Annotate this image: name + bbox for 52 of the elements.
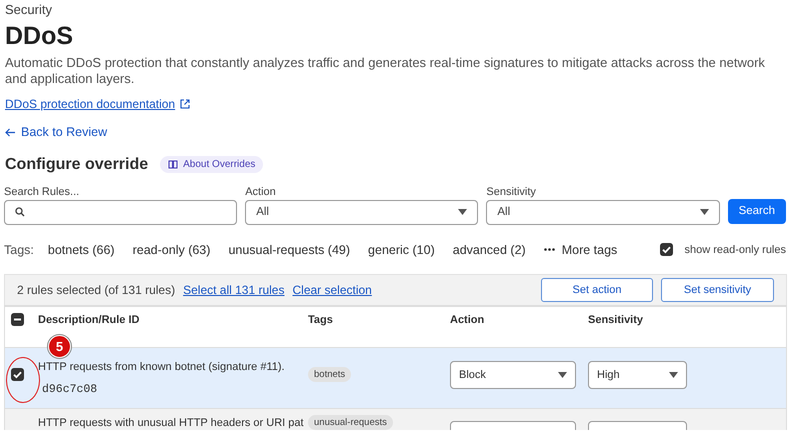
field-label: Action bbox=[245, 186, 277, 198]
action-select[interactable]: Block bbox=[450, 360, 576, 388]
select-field[interactable]: All bbox=[486, 200, 720, 224]
column-header: Tags bbox=[308, 314, 334, 326]
column-header: Action bbox=[450, 314, 486, 326]
tag-filter[interactable]: read-only (63) bbox=[132, 242, 210, 256]
more-tags-button[interactable]: More tags bbox=[544, 242, 618, 256]
about-overrides-button[interactable]: About Overrides bbox=[160, 156, 264, 173]
caret-icon bbox=[558, 372, 567, 378]
search-icon bbox=[15, 207, 25, 217]
column-header: Sensitivity bbox=[588, 314, 644, 326]
field-label: Sensitivity bbox=[486, 186, 537, 198]
checkbox[interactable] bbox=[660, 243, 672, 256]
selection-summary: 2 rules selected (of 131 rules) bbox=[17, 282, 176, 296]
caret-icon bbox=[700, 209, 709, 215]
external-link-icon bbox=[180, 99, 190, 109]
tags-label: Tags: bbox=[4, 242, 34, 256]
clear-selection-link[interactable]: Clear selection bbox=[292, 282, 372, 296]
search-field[interactable] bbox=[4, 200, 238, 224]
rule-description: HTTP requests from known botnet (signature #11). bbox=[38, 360, 286, 372]
column-header: Description/Rule ID bbox=[38, 314, 140, 326]
caret-icon bbox=[458, 209, 468, 215]
tag-badge: botnets bbox=[308, 367, 352, 382]
section-title: Configure override bbox=[5, 156, 148, 174]
caret-icon bbox=[669, 372, 678, 378]
page-title: DDoS bbox=[5, 21, 74, 51]
select-all-checkbox[interactable] bbox=[11, 313, 24, 326]
search-button[interactable]: Search bbox=[728, 198, 786, 224]
tag-filter[interactable]: advanced (2) bbox=[452, 242, 526, 256]
tag-filter[interactable]: generic (10) bbox=[368, 242, 435, 256]
rule-id: d96c7c08 bbox=[41, 382, 98, 396]
table-row[interactable]: HTTP requests with unusual HTTP headers or URI pat unusual-requests bbox=[5, 408, 786, 430]
more-icon bbox=[544, 248, 555, 251]
tag-filter[interactable]: unusual-requests (49) bbox=[228, 242, 350, 256]
sensitivity-select[interactable]: High bbox=[588, 360, 687, 388]
row-checkbox[interactable] bbox=[11, 368, 24, 381]
back-link[interactable]: Back to Review bbox=[5, 125, 108, 139]
field-label: Search Rules... bbox=[4, 186, 80, 198]
arrow-left-icon bbox=[5, 128, 16, 136]
tag-filter[interactable]: botnets (66) bbox=[48, 242, 115, 256]
breadcrumb: Security bbox=[5, 2, 53, 18]
set-sensitivity-button[interactable]: Set sensitivity bbox=[661, 278, 774, 302]
select-all-link[interactable]: Select all 131 rules bbox=[183, 282, 284, 296]
documentation-link[interactable]: DDoS protection documentation bbox=[5, 97, 190, 111]
page-description: Automatic DDoS protection that constantly analyzes traffic and generates real-time signatures to mitigate attacks across the network and application layers. bbox=[5, 55, 765, 87]
book-icon bbox=[168, 160, 178, 169]
checkbox-label: show read-only rules bbox=[684, 244, 786, 256]
tag-badge: unusual-requests bbox=[308, 414, 393, 430]
set-action-button[interactable]: Set action bbox=[541, 278, 653, 302]
select-field[interactable]: All bbox=[245, 200, 478, 224]
highlight-circle bbox=[6, 356, 40, 402]
rule-description: HTTP requests with unusual HTTP headers or URI pat bbox=[38, 416, 305, 428]
